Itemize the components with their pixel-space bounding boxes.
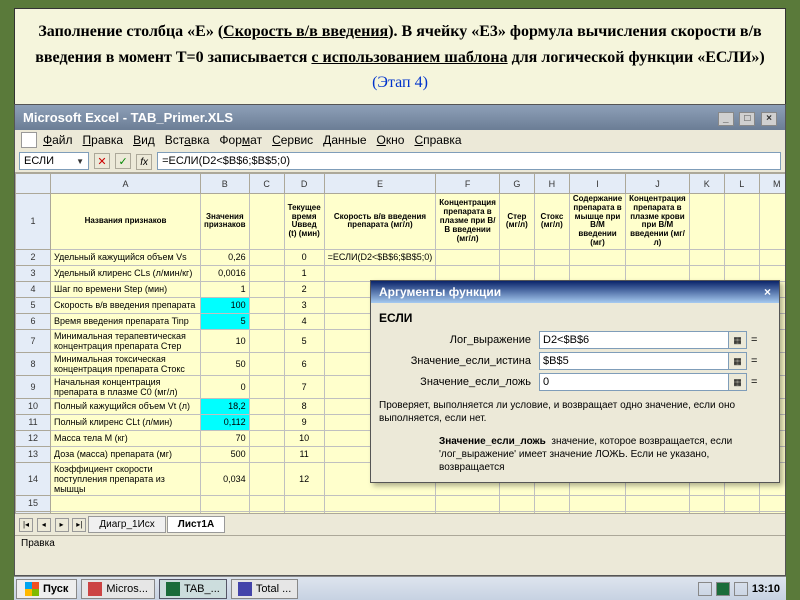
- function-description: Проверяет, выполняется ли условие, и воз…: [379, 399, 771, 425]
- tab-last-icon[interactable]: ▸|: [72, 518, 86, 532]
- menu-data[interactable]: Данные: [323, 133, 366, 147]
- minimize-button[interactable]: _: [718, 112, 734, 126]
- titlebar: Microsoft Excel - TAB_Primer.XLS _ □ ×: [15, 105, 785, 130]
- windows-icon: [25, 582, 39, 596]
- menu-file[interactable]: Файл: [43, 133, 73, 147]
- formula-input[interactable]: =ЕСЛИ(D2<$B$6;$B$5;0): [157, 152, 781, 170]
- arg-input-0[interactable]: [539, 331, 729, 349]
- close-button[interactable]: ×: [761, 112, 777, 126]
- taskbar-button[interactable]: Micros...: [81, 579, 155, 599]
- range-select-icon[interactable]: ▦: [729, 373, 747, 391]
- save-icon[interactable]: [716, 582, 730, 596]
- status-bar: Правка: [15, 535, 785, 551]
- tab-prev-icon[interactable]: ◂: [37, 518, 51, 532]
- menu-service[interactable]: Сервис: [272, 133, 313, 147]
- tab-next-icon[interactable]: ▸: [55, 518, 69, 532]
- app-title: Microsoft Excel - TAB_Primer.XLS: [23, 110, 233, 125]
- fx-icon[interactable]: fx: [136, 154, 152, 170]
- formula-buttons: ✕ ✓ fx: [93, 153, 153, 170]
- tray-icon-2[interactable]: [734, 582, 748, 596]
- app-icon: [88, 582, 102, 596]
- start-button[interactable]: Пуск: [16, 579, 77, 599]
- taskbar-button[interactable]: TAB_...: [159, 579, 227, 599]
- menu-help[interactable]: Справка: [414, 133, 461, 147]
- sheet-tab-diagr[interactable]: Диагр_1Исх: [88, 516, 165, 533]
- name-box[interactable]: ЕСЛИ▼: [19, 152, 89, 170]
- arg-label: Значение_если_истина: [379, 355, 539, 367]
- dropdown-icon[interactable]: ▼: [76, 157, 84, 166]
- arg-input-1[interactable]: [539, 352, 729, 370]
- function-name: ЕСЛИ: [379, 311, 771, 325]
- formula-bar: ЕСЛИ▼ ✕ ✓ fx =ЕСЛИ(D2<$B$6;$B$5;0): [15, 150, 785, 173]
- tray-icon[interactable]: [698, 582, 712, 596]
- app-icon: [166, 582, 180, 596]
- menu-edit[interactable]: Правка: [83, 133, 124, 147]
- dialog-titlebar: Аргументы функции ×: [371, 281, 779, 303]
- dialog-close-icon[interactable]: ×: [764, 285, 771, 299]
- argument-description: Значение_если_ложь значение, которое воз…: [379, 435, 771, 474]
- clock: 13:10: [752, 583, 780, 595]
- menubar: Файл Правка Вид Вставка Формат Сервис Да…: [15, 130, 785, 150]
- taskbar: Пуск Micros...TAB_...Total ... 13:10: [14, 576, 786, 600]
- arg-label: Лог_выражение: [379, 334, 539, 346]
- taskbar-button[interactable]: Total ...: [231, 579, 298, 599]
- tab-nav: |◂ ◂ ▸ ▸|: [19, 518, 87, 532]
- range-select-icon[interactable]: ▦: [729, 331, 747, 349]
- sheet-tab-list1a[interactable]: Лист1А: [167, 516, 225, 533]
- range-select-icon[interactable]: ▦: [729, 352, 747, 370]
- menu-insert[interactable]: Вставка: [165, 133, 210, 147]
- arg-input-2[interactable]: [539, 373, 729, 391]
- sheet-tabs: |◂ ◂ ▸ ▸| Диагр_1Исх Лист1А: [15, 513, 785, 535]
- system-tray: 13:10: [692, 582, 786, 596]
- app-icon: [21, 132, 37, 148]
- slide-caption: Заполнение столбца «Е» (Скорость в/в вве…: [14, 8, 786, 107]
- arg-label: Значение_если_ложь: [379, 376, 539, 388]
- function-arguments-dialog: Аргументы функции × ЕСЛИ Лог_выражение▦=…: [370, 280, 780, 483]
- tab-first-icon[interactable]: |◂: [19, 518, 33, 532]
- menu-window[interactable]: Окно: [377, 133, 405, 147]
- menu-view[interactable]: Вид: [133, 133, 155, 147]
- app-icon: [238, 582, 252, 596]
- maximize-button[interactable]: □: [739, 112, 755, 126]
- window-control-buttons: _ □ ×: [716, 109, 777, 126]
- enter-icon[interactable]: ✓: [115, 153, 131, 169]
- menu-format[interactable]: Формат: [219, 133, 262, 147]
- cancel-icon[interactable]: ✕: [94, 153, 110, 169]
